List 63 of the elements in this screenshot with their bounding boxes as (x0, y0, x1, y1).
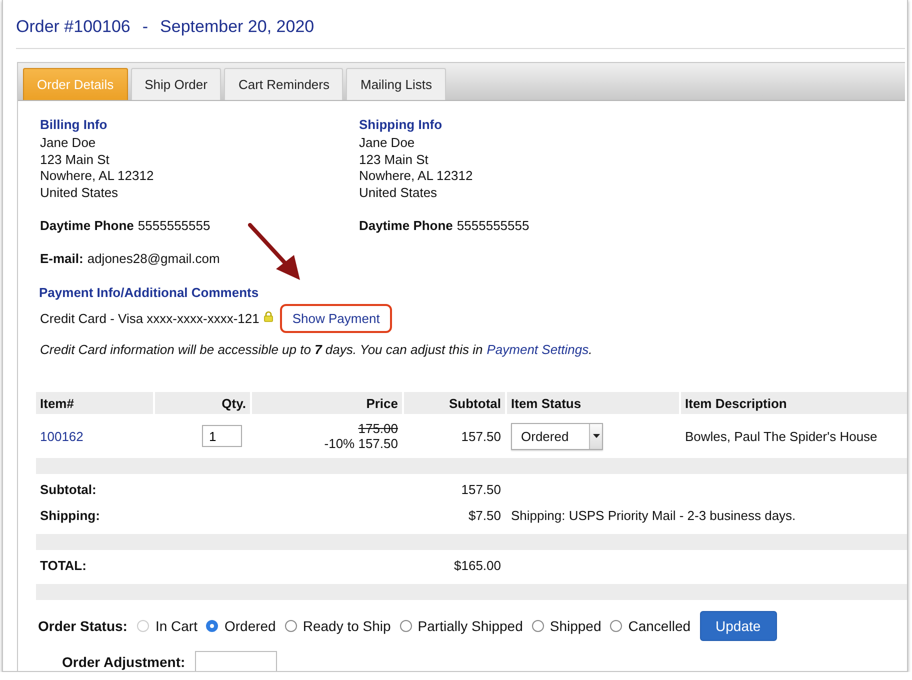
order-number: Order #100106 (16, 17, 130, 36)
radio-label[interactable]: Ready to Ship (302, 618, 391, 634)
radio-label[interactable]: Cancelled (628, 618, 691, 634)
tab[interactable]: Ship Order (130, 68, 222, 100)
update-button[interactable]: Update (700, 611, 777, 641)
discounted-price: -10% 157.50 (324, 436, 398, 451)
address-line: Jane Doe (40, 135, 97, 152)
email-address: adjones28@gmail.com (87, 250, 220, 266)
radio-button[interactable] (206, 620, 218, 632)
shipping-note: Shipping: USPS Priority Mail - 2-3 business days. (511, 508, 796, 523)
radio-label[interactable]: Shipped (550, 618, 602, 634)
phone-label: Daytime Phone (40, 218, 134, 232)
title-separator: - (142, 17, 148, 36)
radio-button[interactable] (610, 620, 622, 632)
email-label: E-mail: (40, 250, 84, 266)
address-line: 123 Main St (359, 152, 430, 168)
column-header: Item Description (681, 392, 907, 414)
total-value: 157.50 (460, 482, 502, 499)
payment-settings-link[interactable]: Payment Settings (486, 342, 589, 357)
phone-label: Daytime Phone (359, 218, 453, 232)
section-heading: Billing Info (40, 117, 108, 132)
address-line: United States (359, 184, 438, 201)
column-header: Price (252, 392, 402, 414)
radio-label[interactable]: Ordered (224, 618, 276, 634)
table-cell-text: 157.50 (460, 428, 502, 446)
radio-label[interactable]: Partially Shipped (418, 618, 523, 634)
radio-button[interactable] (532, 620, 544, 632)
quantity-field[interactable]: 1 (202, 425, 242, 447)
column-header: Item Status (507, 392, 679, 414)
section-heading: Payment Info/Additional Comments (39, 285, 260, 300)
order-status-label: Order Status: (38, 618, 128, 634)
radio-button[interactable] (284, 620, 297, 632)
adjustment-field[interactable] (195, 651, 278, 671)
section-heading: Shipping Info (359, 117, 444, 132)
show-payment-link[interactable]: Show Payment (280, 304, 392, 333)
column-header: Qty. (155, 392, 250, 414)
total-label: TOTAL: (39, 558, 88, 575)
address-line: Nowhere, AL 12312 (40, 168, 155, 184)
address-line: United States (40, 184, 120, 201)
caret-icon (592, 434, 600, 438)
total-label: Subtotal: (39, 482, 98, 499)
note-period: . (588, 342, 592, 357)
tab[interactable]: Cart Reminders (224, 68, 344, 100)
column-header: Item# (36, 392, 153, 414)
phone-number: 5555555555 (456, 218, 530, 232)
radio-button[interactable] (400, 620, 412, 632)
tab[interactable]: Mailing Lists (346, 68, 446, 100)
address-line: Nowhere, AL 12312 (359, 168, 474, 184)
item-link[interactable]: 100162 (36, 414, 153, 458)
total-value: $165.00 (453, 558, 502, 575)
retention-note: Credit Card information will be accessible up to 7 days. You can adjust this in (40, 342, 483, 357)
order-date: September 20, 2020 (160, 17, 314, 36)
original-price: 175.00 (358, 421, 398, 436)
phone-number: 5555555555 (138, 218, 210, 232)
total-value: $7.50 (467, 508, 502, 525)
column-header: Subtotal (404, 392, 505, 414)
adjustment-label: Order Adjustment: (62, 654, 186, 670)
table-cell-text: Bowles, Paul The Spider's House (684, 428, 878, 446)
card-info: Credit Card - Visa xxxx-xxxx-xxxx-121 (40, 311, 260, 326)
total-label: Shipping: (39, 508, 101, 525)
status-dropdown[interactable]: Ordered (511, 422, 603, 450)
address-line: 123 Main St (40, 152, 110, 168)
address-line: Jane Doe (359, 135, 416, 152)
